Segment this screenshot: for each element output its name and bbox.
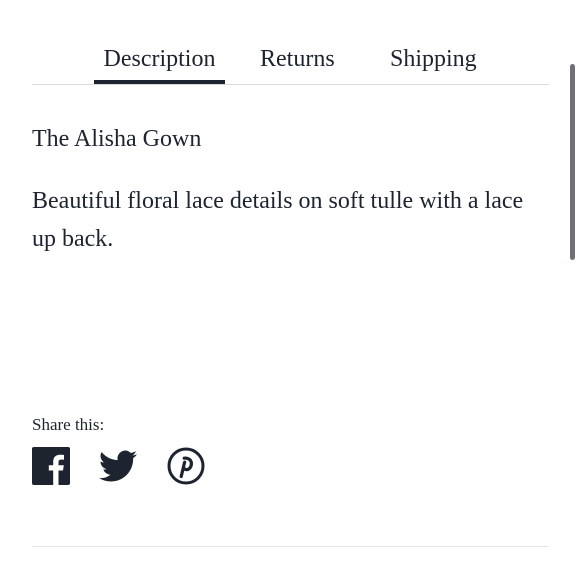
share-facebook-button[interactable] — [32, 447, 70, 485]
tab-description[interactable]: Description — [94, 44, 225, 74]
share-twitter-button[interactable] — [99, 447, 137, 485]
twitter-icon — [99, 450, 137, 482]
bottom-divider — [32, 546, 549, 547]
tab-returns[interactable]: Returns — [260, 44, 335, 74]
scrollbar[interactable] — [570, 64, 575, 260]
share-pinterest-button[interactable] — [167, 447, 205, 485]
pinterest-icon — [167, 447, 205, 485]
product-title: The Alisha Gown — [32, 126, 202, 152]
product-description: Beautiful floral lace details on soft tu… — [32, 188, 524, 252]
active-tab-indicator — [94, 80, 225, 84]
tab-shipping[interactable]: Shipping — [390, 44, 477, 74]
product-tabs: Description Returns Shipping — [32, 40, 549, 85]
share-label: Share this: — [32, 415, 105, 434]
facebook-icon — [32, 447, 70, 485]
